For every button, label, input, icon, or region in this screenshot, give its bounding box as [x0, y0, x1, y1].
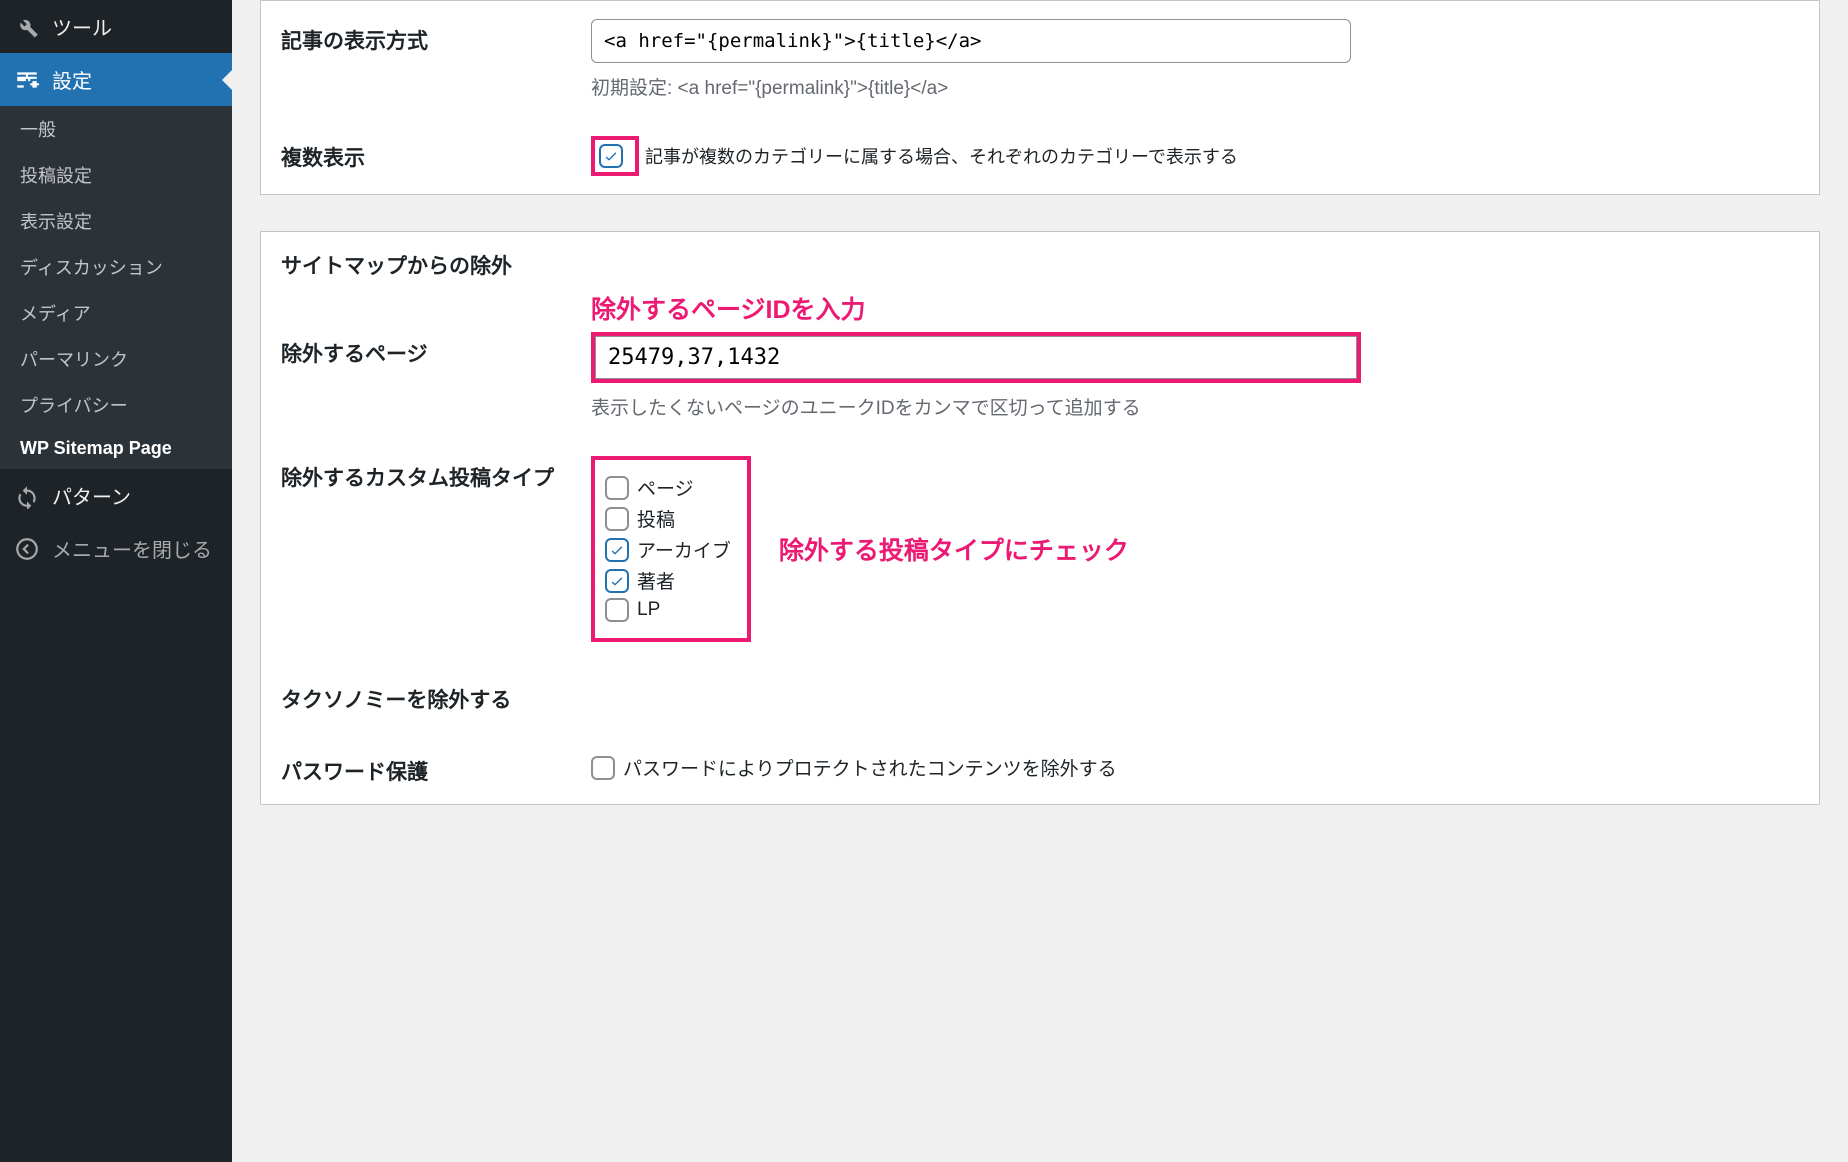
- exclude-page-anno-row: 除外するページIDを入力: [261, 286, 1819, 332]
- password-text: パスワードによりプロテクトされたコンテンツを除外する: [623, 754, 1117, 781]
- main-content: 記事の表示方式 初期設定: <a href="{permalink}">{tit…: [232, 0, 1848, 1162]
- sidebar-item-settings[interactable]: 設定: [0, 53, 232, 106]
- sidebar-item-label: パターン: [52, 481, 131, 510]
- sidebar-subitem-writing[interactable]: 投稿設定: [0, 152, 232, 198]
- sidebar-item-label: ツール: [52, 12, 112, 41]
- annotation-highlight-input: [591, 332, 1361, 383]
- sidebar-item-tools[interactable]: ツール: [0, 0, 232, 53]
- sidebar-item-label: 設定: [52, 65, 92, 94]
- collapse-icon: [14, 536, 40, 562]
- sidebar-subitem-privacy[interactable]: プライバシー: [0, 382, 232, 428]
- display-format-hint: 初期設定: <a href="{permalink}">{title}</a>: [591, 73, 1799, 100]
- rotate-icon: [14, 483, 40, 509]
- sliders-icon: [14, 67, 40, 93]
- cpt-label: ページ: [637, 474, 694, 501]
- exclude-tax-label: タクソノミーを除外する: [281, 678, 591, 714]
- exclude-page-row: 除外するページ 表示したくないページのユニークIDをカンマで区切って追加する: [261, 332, 1819, 438]
- cpt-label: 投稿: [637, 505, 675, 532]
- cpt-checkbox-page[interactable]: [605, 476, 629, 500]
- cpt-label: アーカイブ: [637, 536, 731, 563]
- cpt-option-lp: LP: [605, 598, 731, 622]
- cpt-checkbox-lp[interactable]: [605, 598, 629, 622]
- multi-display-checkbox[interactable]: [599, 144, 623, 168]
- sidebar-subitem-permalink[interactable]: パーマリンク: [0, 336, 232, 382]
- sidebar-subitem-wp-sitemap-page[interactable]: WP Sitemap Page: [0, 428, 232, 469]
- exclude-page-input[interactable]: [595, 336, 1357, 379]
- annotation-highlight-cpt: ページ 投稿 アーカイブ: [591, 456, 751, 642]
- settings-submenu: 一般 投稿設定 表示設定 ディスカッション メディア パーマリンク プライバシー…: [0, 106, 232, 469]
- sidebar-subitem-discussion[interactable]: ディスカッション: [0, 244, 232, 290]
- exclude-cpt-row: 除外するカスタム投稿タイプ ページ 投稿: [261, 438, 1819, 660]
- exclude-panel: サイトマップからの除外 除外するページIDを入力 除外するページ 表示したくない…: [260, 231, 1820, 805]
- cpt-option-archive: アーカイブ: [605, 536, 731, 563]
- annotation-exclude-cpt: 除外する投稿タイプにチェック: [779, 531, 1129, 567]
- display-panel: 記事の表示方式 初期設定: <a href="{permalink}">{tit…: [260, 0, 1820, 195]
- sidebar-item-label: メニューを閉じる: [52, 534, 212, 563]
- cpt-checkbox-post[interactable]: [605, 507, 629, 531]
- annotation-exclude-page-id: 除外するページIDを入力: [591, 290, 1799, 326]
- sidebar-subitem-media[interactable]: メディア: [0, 290, 232, 336]
- display-format-label: 記事の表示方式: [281, 19, 591, 55]
- password-label: パスワード保護: [281, 750, 591, 786]
- annotation-highlight-checkbox: [591, 136, 639, 176]
- cpt-option-author: 著者: [605, 567, 731, 594]
- password-checkbox[interactable]: [591, 756, 615, 780]
- exclude-section-label: サイトマップからの除外: [261, 232, 1819, 286]
- cpt-checkbox-archive[interactable]: [605, 538, 629, 562]
- sidebar-subitem-general[interactable]: 一般: [0, 106, 232, 152]
- exclude-tax-row: タクソノミーを除外する: [261, 660, 1819, 732]
- cpt-checkbox-author[interactable]: [605, 569, 629, 593]
- sidebar-item-patterns[interactable]: パターン: [0, 469, 232, 522]
- display-format-input[interactable]: [591, 19, 1351, 63]
- admin-sidebar: ツール 設定 一般 投稿設定 表示設定 ディスカッション メディア パーマリンク…: [0, 0, 232, 1162]
- exclude-page-label: 除外するページ: [281, 332, 591, 368]
- wrench-icon: [14, 14, 40, 40]
- cpt-option-page: ページ: [605, 474, 731, 501]
- cpt-option-post: 投稿: [605, 505, 731, 532]
- sidebar-subitem-reading[interactable]: 表示設定: [0, 198, 232, 244]
- sidebar-collapse[interactable]: メニューを閉じる: [0, 522, 232, 575]
- multi-display-row: 複数表示 記事が複数のカテゴリーに属する場合、それぞれのカテゴリーで表示する: [261, 118, 1819, 194]
- exclude-cpt-label: 除外するカスタム投稿タイプ: [281, 456, 591, 492]
- cpt-label: 著者: [637, 567, 675, 594]
- exclude-page-hint: 表示したくないページのユニークIDをカンマで区切って追加する: [591, 393, 1799, 420]
- cpt-label: LP: [637, 599, 660, 621]
- password-row: パスワード保護 パスワードによりプロテクトされたコンテンツを除外する: [261, 732, 1819, 804]
- display-format-row: 記事の表示方式 初期設定: <a href="{permalink}">{tit…: [261, 1, 1819, 118]
- multi-display-text: 記事が複数のカテゴリーに属する場合、それぞれのカテゴリーで表示する: [645, 143, 1238, 169]
- multi-display-label: 複数表示: [281, 136, 591, 172]
